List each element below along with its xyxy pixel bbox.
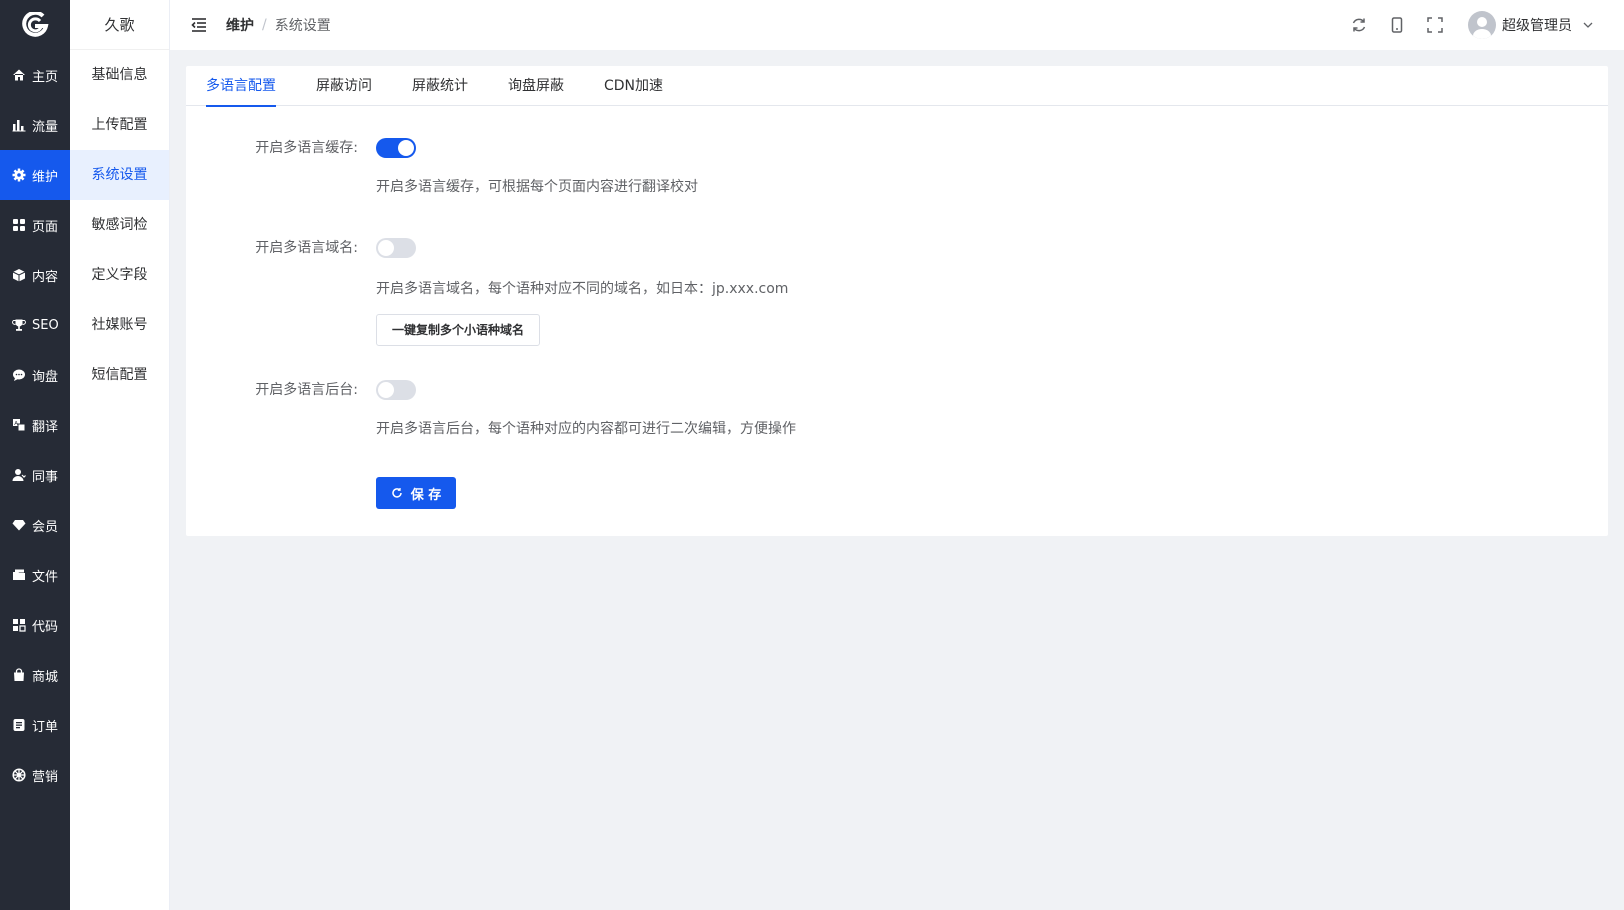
code-icon <box>13 619 26 632</box>
sidebar-item-user[interactable]: 同事 <box>0 450 70 500</box>
sidebar-item-grid[interactable]: 页面 <box>0 200 70 250</box>
sidebar-item-translate[interactable]: A 翻译 <box>0 400 70 450</box>
home-icon <box>13 69 25 81</box>
submenu-item-upload-config[interactable]: 上传配置 <box>70 100 169 150</box>
sidebar-item-label: SEO <box>32 317 59 333</box>
sidebar-item-label: 同事 <box>32 469 59 485</box>
sidebar-item-label: 营销 <box>32 769 59 785</box>
sidebar-item-label: 维护 <box>32 169 59 185</box>
tab-block-access[interactable]: 屏蔽访问 <box>296 66 392 106</box>
sidebar-item-label: 页面 <box>32 219 59 235</box>
switch-knob <box>378 382 394 398</box>
sidebar-item-label: 询盘 <box>32 369 59 385</box>
bar-chart-icon <box>12 120 26 132</box>
refresh-icon[interactable] <box>1350 16 1368 34</box>
cube-icon <box>12 269 26 282</box>
settings-card: 多语言配置 屏蔽访问 屏蔽统计 询盘屏蔽 CDN加速 开启多语言缓存: 开启多语… <box>186 66 1608 536</box>
tab-inquiry-block[interactable]: 询盘屏蔽 <box>488 66 584 106</box>
order-icon <box>13 719 25 731</box>
submenu-item-custom-fields[interactable]: 定义字段 <box>70 250 169 300</box>
sidebar-item-label: 会员 <box>32 519 59 535</box>
menu-fold-icon[interactable] <box>190 16 208 34</box>
sidebar-item-label: 内容 <box>32 269 59 285</box>
sidebar-item-cube[interactable]: 内容 <box>0 250 70 300</box>
submenu-item-sms-config[interactable]: 短信配置 <box>70 350 169 400</box>
sidebar-item-folder[interactable]: 文件 <box>0 550 70 600</box>
mobile-icon[interactable] <box>1388 16 1406 34</box>
app-logo[interactable] <box>0 0 70 50</box>
cache-switch[interactable] <box>376 138 416 158</box>
chevron-down-icon <box>1583 22 1593 28</box>
submenu-item-basic-info[interactable]: 基础信息 <box>70 50 169 100</box>
sidebar-item-bar-chart[interactable]: 流量 <box>0 100 70 150</box>
sidebar-item-code[interactable]: 代码 <box>0 600 70 650</box>
breadcrumb-separator: / <box>262 17 267 33</box>
sidebar-item-gear[interactable]: 维护 <box>0 150 70 200</box>
submenu-item-sensitive-words[interactable]: 敏感词检 <box>70 200 169 250</box>
marketing-icon <box>12 768 26 782</box>
sidebar-item-label: 商城 <box>32 669 59 685</box>
gear-icon <box>12 168 26 182</box>
avatar <box>1468 11 1496 39</box>
breadcrumb-item-maintenance[interactable]: 维护 <box>226 15 254 35</box>
svg-text:A: A <box>14 421 18 427</box>
translate-icon: A <box>13 419 26 432</box>
tab-block-stats[interactable]: 屏蔽统计 <box>392 66 488 106</box>
shopping-bag-icon <box>14 668 24 681</box>
copy-domains-button[interactable]: 一键复制多个小语种域名 <box>376 314 541 346</box>
switch-knob <box>378 240 394 256</box>
submenu-title: 久歌 <box>70 0 169 50</box>
cache-label: 开启多语言缓存: <box>255 140 358 156</box>
settings-tabs: 多语言配置 屏蔽访问 屏蔽统计 询盘屏蔽 CDN加速 <box>186 66 1608 107</box>
save-button-label: 保 存 <box>410 487 442 503</box>
folder-icon <box>13 569 25 580</box>
switch-knob <box>398 140 414 156</box>
tab-cdn-acceleration[interactable]: CDN加速 <box>584 66 683 106</box>
logo-icon <box>22 12 49 37</box>
breadcrumb: 维护 / 系统设置 <box>226 15 331 35</box>
top-header: 维护 / 系统设置 超级管理员 <box>170 0 1624 50</box>
secondary-menu: 久歌 基础信息 上传配置 系统设置 敏感词检 定义字段 社媒账号 短信配置 <box>70 0 170 910</box>
breadcrumb-item-system-settings: 系统设置 <box>274 18 331 34</box>
sidebar-item-trophy[interactable]: SEO <box>0 300 70 350</box>
sidebar-item-shopping-bag[interactable]: 商城 <box>0 650 70 700</box>
sidebar-item-diamond[interactable]: 会员 <box>0 500 70 550</box>
grid-icon <box>13 219 25 231</box>
backend-label: 开启多语言后台: <box>255 382 358 398</box>
sidebar-item-label: 流量 <box>32 119 59 135</box>
main-sidebar: 主页流量维护页面内容 SEO 询盘 A 翻译同事会员文件代码商城订单营销 <box>0 0 70 910</box>
submenu-item-system-settings[interactable]: 系统设置 <box>70 150 169 200</box>
backend-switch[interactable] <box>376 380 416 400</box>
sidebar-item-marketing[interactable]: 营销 <box>0 750 70 800</box>
user-name: 超级管理员 <box>1502 18 1572 34</box>
sidebar-item-chat[interactable]: 询盘 <box>0 350 70 400</box>
chat-icon <box>13 369 25 381</box>
submenu-item-social-accounts[interactable]: 社媒账号 <box>70 300 169 350</box>
refresh-icon <box>392 488 402 498</box>
sidebar-item-home[interactable]: 主页 <box>0 50 70 100</box>
domain-switch[interactable] <box>376 238 416 258</box>
fullscreen-icon[interactable] <box>1426 16 1444 34</box>
domain-hint: 开启多语言域名，每个语种对应不同的域名，如日本：jp.xxx.com <box>376 281 789 297</box>
cache-hint: 开启多语言缓存，可根据每个页面内容进行翻译校对 <box>376 179 698 195</box>
save-button[interactable]: 保 存 <box>376 477 456 509</box>
sidebar-item-label: 翻译 <box>32 419 59 435</box>
diamond-icon <box>12 520 26 531</box>
sidebar-item-label: 代码 <box>32 619 59 635</box>
trophy-icon <box>12 319 26 331</box>
sidebar-item-order[interactable]: 订单 <box>0 700 70 750</box>
sidebar-item-label: 文件 <box>32 569 59 585</box>
domain-label: 开启多语言域名: <box>255 240 358 256</box>
user-icon <box>12 469 26 481</box>
sidebar-item-label: 订单 <box>32 719 59 735</box>
backend-hint: 开启多语言后台，每个语种对应的内容都可进行二次编辑，方便操作 <box>376 421 796 437</box>
tab-multilingual-config[interactable]: 多语言配置 <box>206 66 296 107</box>
sidebar-item-label: 主页 <box>32 69 59 85</box>
user-menu[interactable]: 超级管理员 <box>1468 11 1594 39</box>
